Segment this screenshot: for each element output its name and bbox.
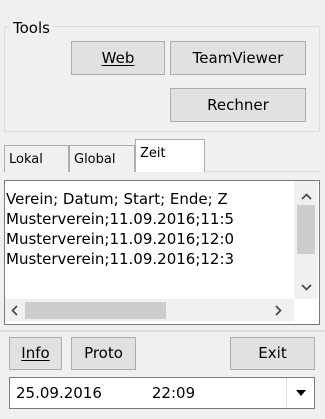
info-button[interactable]: Info: [9, 337, 62, 370]
tab-zeit[interactable]: Zeit: [135, 139, 205, 172]
web-button[interactable]: Web: [71, 41, 165, 75]
chevron-right-icon[interactable]: [270, 301, 286, 319]
list-item[interactable]: Musterverein;11.09.2016;12:0: [6, 230, 290, 249]
rechner-button[interactable]: Rechner: [170, 88, 306, 122]
info-button-label: Info: [21, 344, 50, 362]
list-item[interactable]: Verein; Datum; Start; Ende; Z: [6, 190, 290, 209]
list-item[interactable]: Musterverein;11.09.2016;12:3: [6, 250, 290, 269]
horizontal-scroll-thumb[interactable]: [25, 302, 166, 319]
chevron-up-icon[interactable]: [294, 188, 318, 204]
exit-button-label: Exit: [258, 344, 287, 362]
web-button-label: Web: [101, 48, 135, 67]
list-item[interactable]: Musterverein;11.09.2016;11:5: [6, 210, 290, 229]
teamviewer-button[interactable]: TeamViewer: [170, 41, 306, 75]
vertical-scroll-thumb[interactable]: [297, 205, 315, 254]
datetime-combobox[interactable]: 25.09.2016 22:09: [9, 377, 315, 409]
tab-zeit-label: Zeit: [140, 146, 166, 161]
teamviewer-button-label: TeamViewer: [192, 48, 284, 67]
exit-button[interactable]: Exit: [230, 337, 315, 370]
tab-lokal-label: Lokal: [9, 151, 43, 167]
combo-time: 22:09: [151, 384, 196, 402]
proto-button[interactable]: Proto: [71, 337, 136, 370]
tools-group-label: Tools: [10, 19, 53, 37]
triangle-down-icon[interactable]: [286, 378, 314, 408]
tab-lokal[interactable]: Lokal: [4, 145, 69, 172]
section-divider: [0, 330, 325, 332]
rechner-button-label: Rechner: [207, 95, 269, 114]
chevron-down-icon[interactable]: [294, 279, 318, 295]
combo-date: 25.09.2016: [16, 384, 102, 402]
chevron-left-icon[interactable]: [6, 301, 22, 319]
tab-global-label: Global: [74, 151, 116, 167]
proto-button-label: Proto: [84, 344, 123, 362]
tab-global[interactable]: Global: [69, 145, 135, 172]
